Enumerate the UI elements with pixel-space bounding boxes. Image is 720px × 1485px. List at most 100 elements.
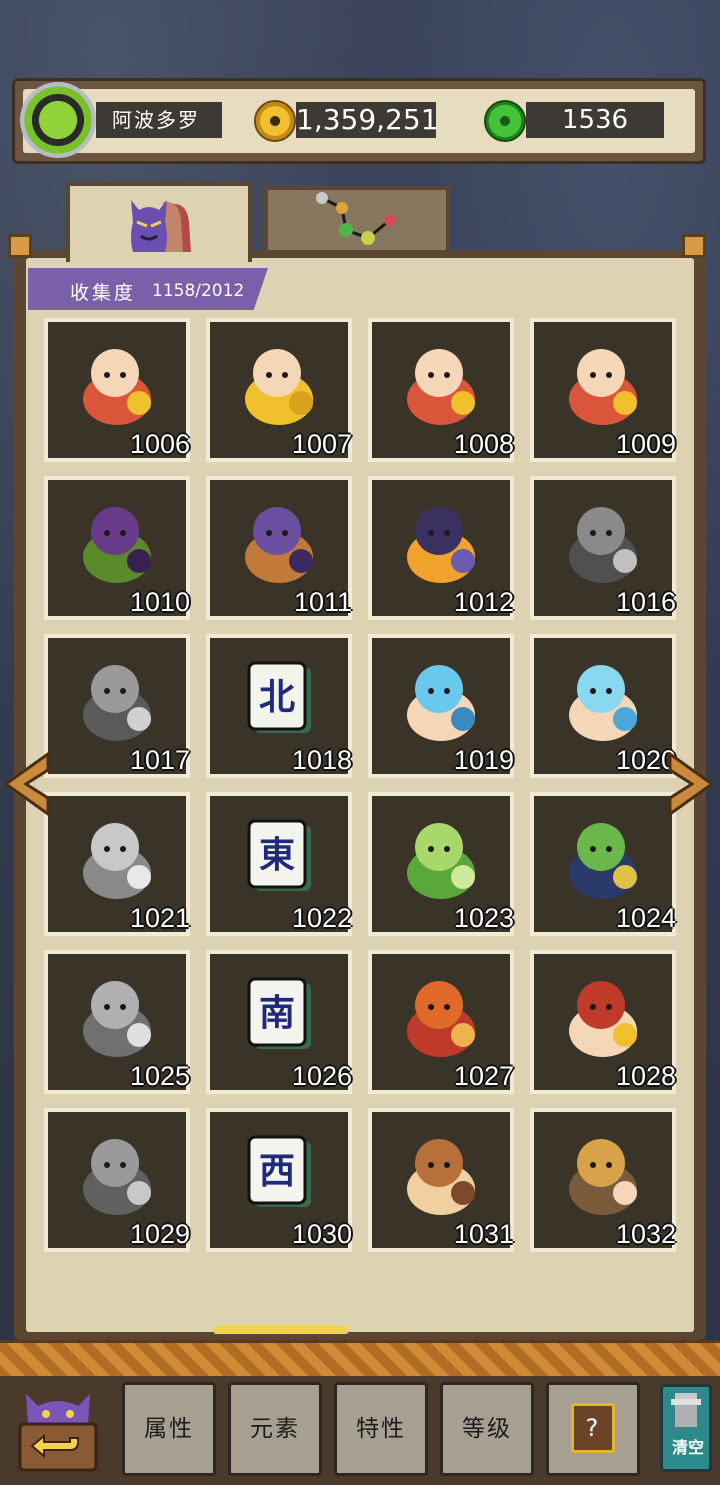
monster-card[interactable]: 1028 (530, 950, 676, 1094)
mahjong-glyph: 東 (259, 834, 295, 876)
mahjong-east-icon: 東 (247, 819, 311, 891)
previous-page-arrow-icon[interactable] (2, 752, 52, 816)
monster-id: 1028 (615, 1061, 676, 1091)
monster-card[interactable]: 1012 (368, 476, 514, 620)
monster-grid: 1006 1007 1008 1009 1010 1011 1012 1016 1017 北 101… (44, 318, 678, 1258)
monster-card[interactable]: 1032 (530, 1108, 676, 1252)
monster-id: 1018 (291, 745, 352, 775)
water-spirit-icon (569, 664, 637, 741)
tab-elements[interactable] (264, 186, 450, 250)
monster-card[interactable]: 1008 (368, 318, 514, 462)
monster-card[interactable]: 1031 (368, 1108, 514, 1252)
player-avatar[interactable] (20, 82, 96, 158)
monster-id: 1025 (129, 1061, 190, 1091)
stone-lantern-icon (569, 506, 637, 583)
fortune-girl-icon (83, 348, 151, 425)
monster-id: 1029 (129, 1219, 190, 1249)
monster-id: 1032 (615, 1219, 676, 1249)
flute-bird-icon (569, 822, 637, 899)
collection-value: 1158/2012 (152, 281, 245, 301)
clear-label: 清空 (671, 1438, 704, 1457)
monster-id: 1007 (291, 429, 352, 459)
monster-card[interactable]: 1021 (44, 792, 190, 936)
attributes-button[interactable]: 属性 (122, 1382, 216, 1476)
monster-id: 1019 (453, 745, 514, 775)
monster-card[interactable]: 南 1026 (206, 950, 352, 1094)
coin-count: 1,359,251 (296, 102, 439, 138)
monster-id: 1024 (615, 903, 676, 933)
monster-id: 1010 (129, 587, 190, 617)
monster-card[interactable]: 1020 (530, 634, 676, 778)
monster-id: 1023 (453, 903, 514, 933)
monster-card[interactable]: 1019 (368, 634, 514, 778)
purple-bird-icon (245, 506, 313, 583)
monster-id: 1009 (615, 429, 676, 459)
scroll-indicator[interactable] (214, 1326, 348, 1334)
trash-can-icon (671, 1393, 701, 1427)
stone-phoenix-icon (83, 822, 151, 899)
element-chain-icon (316, 192, 396, 245)
monster-card[interactable]: 1009 (530, 318, 676, 462)
straw-hat-hermit-icon (569, 1138, 637, 1215)
monster-id: 1012 (453, 587, 514, 617)
fortune-girl-icon (569, 348, 637, 425)
monster-card[interactable]: 1010 (44, 476, 190, 620)
monster-card[interactable]: 1016 (530, 476, 676, 620)
collection-label: 收集度 (70, 282, 137, 304)
level-button[interactable]: 等级 (440, 1382, 534, 1476)
mahjong-north-icon: 北 (247, 661, 311, 733)
monster-card[interactable]: 1025 (44, 950, 190, 1094)
red-hat-elder-icon (569, 980, 637, 1057)
fire-monkey-icon (407, 980, 475, 1057)
back-button[interactable] (14, 1380, 102, 1476)
tab-monsters[interactable] (66, 182, 252, 262)
monster-card[interactable]: 1007 (206, 318, 352, 462)
clear-button[interactable] (660, 1384, 712, 1472)
help-button[interactable]: ? (546, 1382, 640, 1476)
monster-id: 1008 (453, 429, 514, 459)
monster-card[interactable]: 西 1030 (206, 1108, 352, 1252)
monster-card[interactable]: 1011 (206, 476, 352, 620)
mahjong-west-icon: 西 (247, 1135, 311, 1207)
panel-corner (682, 234, 706, 258)
monster-card[interactable]: 1024 (530, 792, 676, 936)
bottom-rail (0, 1340, 720, 1379)
player-name: 阿波多罗 (96, 102, 222, 138)
green-sprout-chick-icon (407, 822, 475, 899)
monster-id: 1030 (291, 1219, 352, 1249)
jade-count: 1536 (526, 102, 664, 138)
monster-card[interactable]: 東 1022 (206, 792, 352, 936)
monster-id: 1017 (129, 745, 190, 775)
gold-ingot-baby-icon (245, 348, 313, 425)
gold-coin-icon (254, 100, 296, 142)
blue-fish-icon (407, 664, 475, 741)
mahjong-glyph: 北 (259, 676, 295, 718)
mahjong-glyph: 西 (259, 1150, 295, 1192)
dark-phoenix-icon (407, 506, 475, 583)
monster-card[interactable]: 1029 (44, 1108, 190, 1252)
mahjong-south-icon: 南 (247, 977, 311, 1049)
monster-id: 1016 (615, 587, 676, 617)
monster-id: 1027 (453, 1061, 514, 1091)
monster-card[interactable]: 1027 (368, 950, 514, 1094)
monster-card[interactable]: 1006 (44, 318, 190, 462)
monster-card[interactable]: 1023 (368, 792, 514, 936)
monster-id: 1031 (453, 1219, 514, 1249)
elements-button[interactable]: 元素 (228, 1382, 322, 1476)
next-page-arrow-icon[interactable] (666, 752, 716, 816)
monster-card[interactable]: 北 1018 (206, 634, 352, 778)
panel-corner (8, 234, 32, 258)
mahjong-glyph: 南 (259, 992, 295, 1034)
stone-warrior-icon (83, 664, 151, 741)
monster-id: 1006 (129, 429, 190, 459)
monster-card[interactable]: 1017 (44, 634, 190, 778)
eggplant-icon (83, 506, 151, 583)
monster-id: 1022 (291, 903, 352, 933)
monster-id: 1011 (293, 587, 352, 617)
baby-with-ingot-icon (407, 348, 475, 425)
brown-owl-icon (407, 1138, 475, 1215)
purple-monster-icon (131, 200, 191, 252)
traits-button[interactable]: 特性 (334, 1382, 428, 1476)
monster-id: 1021 (129, 903, 190, 933)
jade-icon (484, 100, 526, 142)
